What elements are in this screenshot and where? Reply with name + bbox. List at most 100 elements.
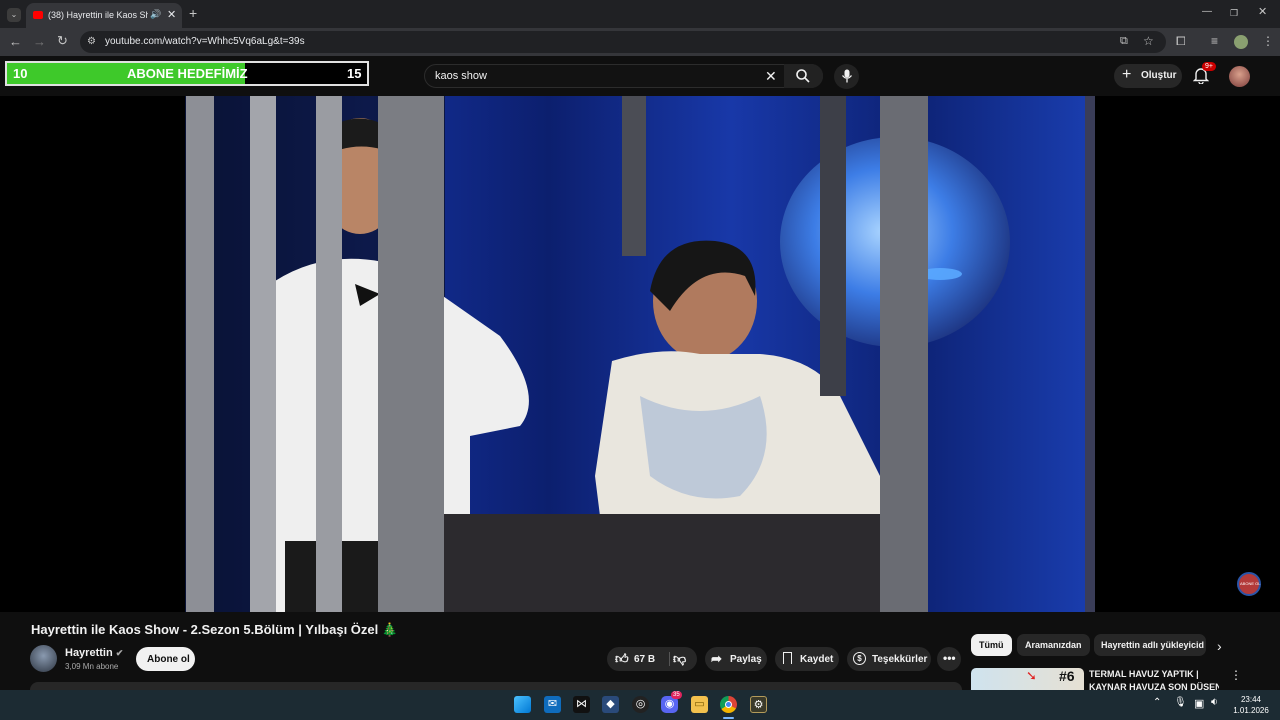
active-app-indicator	[723, 717, 734, 719]
recommendation-title-2[interactable]: KAYNAR HAVUZA SON DÜŞEN	[1089, 682, 1219, 690]
video-player[interactable]: ABONE OL	[0, 96, 1280, 612]
plus-icon: +	[1122, 66, 1132, 83]
network-icon[interactable]: ▣	[1194, 697, 1204, 710]
extensions-icon[interactable]: ⧠	[1176, 35, 1186, 47]
thanks-button[interactable]: $ Teşekkürler	[847, 647, 931, 671]
url-text: youtube.com/watch?v=Whhc5Vq6aLg&t=39s	[105, 36, 305, 47]
channel-name: Hayrettin	[65, 647, 113, 659]
voice-search-button[interactable]	[834, 64, 859, 89]
tab-search-chevron-icon[interactable]: ⌄	[7, 8, 21, 22]
thanks-icon: $	[853, 652, 866, 665]
share-label: Paylaş	[730, 654, 762, 665]
like-count: 67 B	[634, 654, 656, 665]
taskbar-app-icon[interactable]: ⚙	[750, 696, 767, 713]
browser-tab-bar: ⌄ (38) Hayrettin ile Kaos Show 🔊 ✕ + — ❐…	[0, 0, 1280, 28]
subscriber-goal-overlay: 10 ABONE HEDEFİMİZ 15	[5, 61, 369, 86]
goal-left-count: 10	[13, 66, 28, 81]
search-query: kaos show	[435, 70, 487, 82]
search-icon	[796, 69, 810, 83]
subscribe-watermark[interactable]: ABONE OL	[1237, 572, 1261, 596]
like-dislike-group: 👍︎ 67 B 👎︎	[607, 647, 697, 671]
speaker-icon[interactable]: 🔊	[150, 9, 161, 20]
share-icon: ➦	[711, 651, 722, 666]
verified-icon: ✔	[115, 648, 124, 658]
goal-right-count: 15	[347, 66, 362, 81]
subscribe-label: Abone ol	[147, 654, 190, 665]
recommendation-title-1[interactable]: TERMAL HAVUZ YAPTIK |	[1089, 669, 1199, 679]
profile-avatar-icon[interactable]	[1234, 35, 1248, 49]
copilot-icon[interactable]: ◆	[602, 696, 619, 713]
bookmark-star-icon[interactable]: ☆	[1143, 34, 1154, 48]
capcut-icon[interactable]: ⋈	[573, 696, 590, 713]
site-info-icon[interactable]: ⚙	[87, 36, 96, 47]
subscriber-count: 3,09 Mn abone	[65, 662, 119, 671]
watermark-label: ABONE OL	[1240, 581, 1261, 586]
search-button[interactable]	[784, 64, 823, 88]
subscribe-button[interactable]: Abone ol	[136, 647, 195, 671]
outlook-icon[interactable]: ✉	[544, 696, 561, 713]
more-horizontal-icon: •••	[943, 651, 956, 665]
chrome-center-icon	[725, 701, 732, 708]
recommendation-menu-icon[interactable]: ⋮	[1230, 668, 1242, 682]
reading-list-icon[interactable]: ≡	[1211, 35, 1218, 47]
thumbnail-arrow-icon: ➘	[1026, 668, 1037, 683]
clear-search-icon[interactable]: ✕	[765, 68, 777, 85]
share-button[interactable]: ➦ Paylaş	[705, 647, 767, 671]
thanks-label: Teşekkürler	[872, 654, 928, 665]
goal-label: ABONE HEDEFİMİZ	[127, 66, 248, 81]
channel-avatar[interactable]	[30, 645, 57, 672]
address-field[interactable]: ⚙ youtube.com/watch?v=Whhc5Vq6aLg&t=39s …	[80, 31, 1166, 53]
recommendation-thumbnail[interactable]: ➘ #6	[971, 668, 1084, 690]
video-frame	[185, 96, 1095, 612]
search-input[interactable]: kaos show ✕	[424, 64, 823, 88]
forward-icon[interactable]: →	[33, 35, 46, 48]
discord-icon[interactable]: ◉ 35	[661, 691, 682, 713]
clock-date: 1.01.2026	[1233, 706, 1269, 715]
chips-next-icon[interactable]: ›	[1217, 638, 1222, 654]
account-avatar[interactable]	[1229, 66, 1250, 87]
channel-name-row[interactable]: Hayrettin ✔	[65, 647, 123, 659]
back-icon[interactable]: ←	[9, 35, 22, 48]
browser-tab[interactable]: (38) Hayrettin ile Kaos Show 🔊 ✕	[26, 3, 182, 28]
dislike-button[interactable]: 👎︎	[673, 651, 686, 667]
notifications-button[interactable]: 9+	[1192, 62, 1216, 85]
windows-taskbar: ✉ ⋈ ◆ ◎ ◉ 35 ▭ ⚙ ⌃ 🎙︎ ▣ 🔉︎ 23:44 1.01.20…	[0, 690, 1280, 720]
more-actions-button[interactable]: •••	[937, 647, 961, 671]
save-label: Kaydet	[800, 654, 834, 665]
save-button[interactable]: Kaydet	[775, 647, 839, 671]
filter-chip-label: Aramanızdan	[1025, 640, 1082, 650]
create-button[interactable]: + Oluştur	[1114, 64, 1182, 88]
windows-start-icon[interactable]	[514, 696, 531, 713]
install-app-icon[interactable]: ⧉	[1120, 35, 1128, 48]
new-tab-icon[interactable]: +	[189, 6, 197, 20]
chrome-menu-icon[interactable]: ⋮	[1262, 35, 1274, 47]
filter-chip-uploader[interactable]: Hayrettin adlı yükleyicid	[1094, 634, 1206, 656]
filter-chip-label: Hayrettin adlı yükleyicid	[1101, 640, 1205, 650]
reload-icon[interactable]: ↻	[57, 34, 68, 47]
clock[interactable]: 23:44 1.01.2026	[1232, 694, 1270, 716]
filter-chip-label: Tümü	[979, 640, 1004, 650]
youtube-header: 10 ABONE HEDEFİMİZ 15 kaos show ✕ + Oluş…	[0, 56, 1280, 96]
filter-chip-all[interactable]: Tümü	[971, 634, 1012, 656]
tray-overflow-icon[interactable]: ⌃	[1153, 697, 1161, 708]
minimize-icon[interactable]: —	[1202, 6, 1212, 18]
chrome-icon[interactable]	[720, 696, 737, 713]
bookmark-icon	[783, 652, 792, 664]
thumbnail-badge: #6	[1059, 668, 1075, 684]
like-button[interactable]: 👍︎	[615, 651, 629, 667]
like-divider	[669, 652, 670, 666]
video-title: Hayrettin ile Kaos Show - 2.Sezon 5.Bölü…	[31, 622, 399, 637]
microphone-tray-icon[interactable]: 🎙︎	[1174, 697, 1187, 708]
tab-title: (38) Hayrettin ile Kaos Show	[48, 10, 148, 20]
tab-close-icon[interactable]: ✕	[167, 8, 176, 21]
maximize-icon[interactable]: ❐	[1230, 7, 1238, 19]
filter-chip-from-search[interactable]: Aramanızdan	[1017, 634, 1090, 656]
obs-icon[interactable]: ◎	[632, 696, 649, 713]
file-explorer-icon[interactable]: ▭	[691, 696, 708, 713]
create-label: Oluştur	[1141, 70, 1177, 81]
volume-icon[interactable]: 🔉︎	[1211, 696, 1218, 709]
browser-toolbar: ← → ↻ ⚙ youtube.com/watch?v=Whhc5Vq6aLg&…	[0, 28, 1280, 56]
window-close-icon[interactable]: ✕	[1258, 6, 1267, 18]
youtube-favicon-icon	[33, 11, 43, 19]
clock-time: 23:44	[1240, 695, 1262, 704]
